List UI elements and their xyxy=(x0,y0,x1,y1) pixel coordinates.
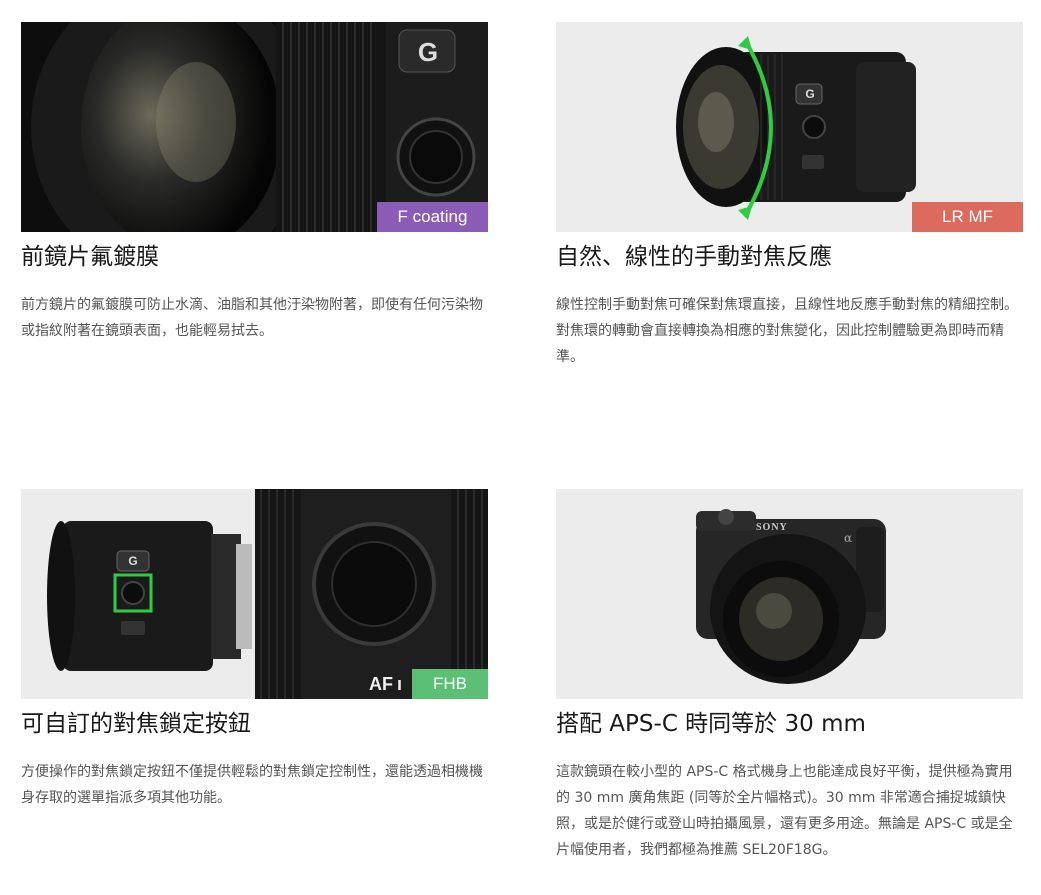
card-title: 自然、線性的手動對焦反應 xyxy=(556,244,832,270)
af-switch-label: AF ı xyxy=(368,674,402,694)
lens-front-image: G F coating xyxy=(21,22,488,232)
card-title: 搭配 APS-C 時同等於 30 mm xyxy=(556,711,866,737)
card-description: 這款鏡頭在較小型的 APS-C 格式機身上也能達成良好平衡，提供極為實用的 30… xyxy=(556,764,1013,858)
g-badge-icon: G xyxy=(805,87,815,101)
camera-illustration xyxy=(556,489,1023,699)
alpha-mark-icon: α xyxy=(844,531,853,545)
card-title: 前鏡片氟鍍膜 xyxy=(21,244,159,270)
card-description: 線性控制手動對焦可確保對焦環直接，且線性地反應手動對焦的精細控制。對焦環的轉動會… xyxy=(556,297,1018,365)
g-badge-icon: G xyxy=(417,37,439,67)
focus-hold-button-image: G AF ı FHB xyxy=(21,489,488,699)
feature-card-fhb: G AF ı FHB 可自訂的對焦鎖定按鈕 方便操作的對焦鎖定按鈕不僅提供輕鬆的對… xyxy=(21,489,488,811)
feature-card-aps-c: SONY α 搭配 APS-C 時同等於 30 mm 這款鏡頭在較小型的 APS… xyxy=(556,489,1023,863)
af-text: AF xyxy=(368,674,393,694)
focus-hold-illustration xyxy=(21,489,488,699)
brand-logo: SONY xyxy=(756,522,788,533)
card-title: 可自訂的對焦鎖定按鈕 xyxy=(21,711,251,737)
camera-with-lens-image: SONY α xyxy=(556,489,1023,699)
lr-mf-tag: LR MF xyxy=(912,202,1023,232)
f-coating-tag: F coating xyxy=(377,202,488,232)
feature-card-lr-mf: G LR MF 自然、線性的手動對焦反應 線性控制手動對焦可確保對焦環直接，且線… xyxy=(556,22,1023,370)
card-description: 前方鏡片的氟鍍膜可防止水滴、油脂和其他汙染物附著，即使有任何污染物或指紋附著在鏡… xyxy=(21,297,483,339)
feature-card-f-coating: G F coating 前鏡片氟鍍膜 前方鏡片的氟鍍膜可防止水滴、油脂和其他汙染… xyxy=(21,22,488,344)
lens-side-illustration xyxy=(556,22,1023,232)
fhb-tag: FHB xyxy=(412,669,488,699)
card-description: 方便操作的對焦鎖定按鈕不僅提供輕鬆的對焦鎖定控制性，還能透過相機機身存取的選單指… xyxy=(21,764,483,806)
g-badge-icon: G xyxy=(128,554,138,568)
lens-focus-ring-image: G LR MF xyxy=(556,22,1023,232)
